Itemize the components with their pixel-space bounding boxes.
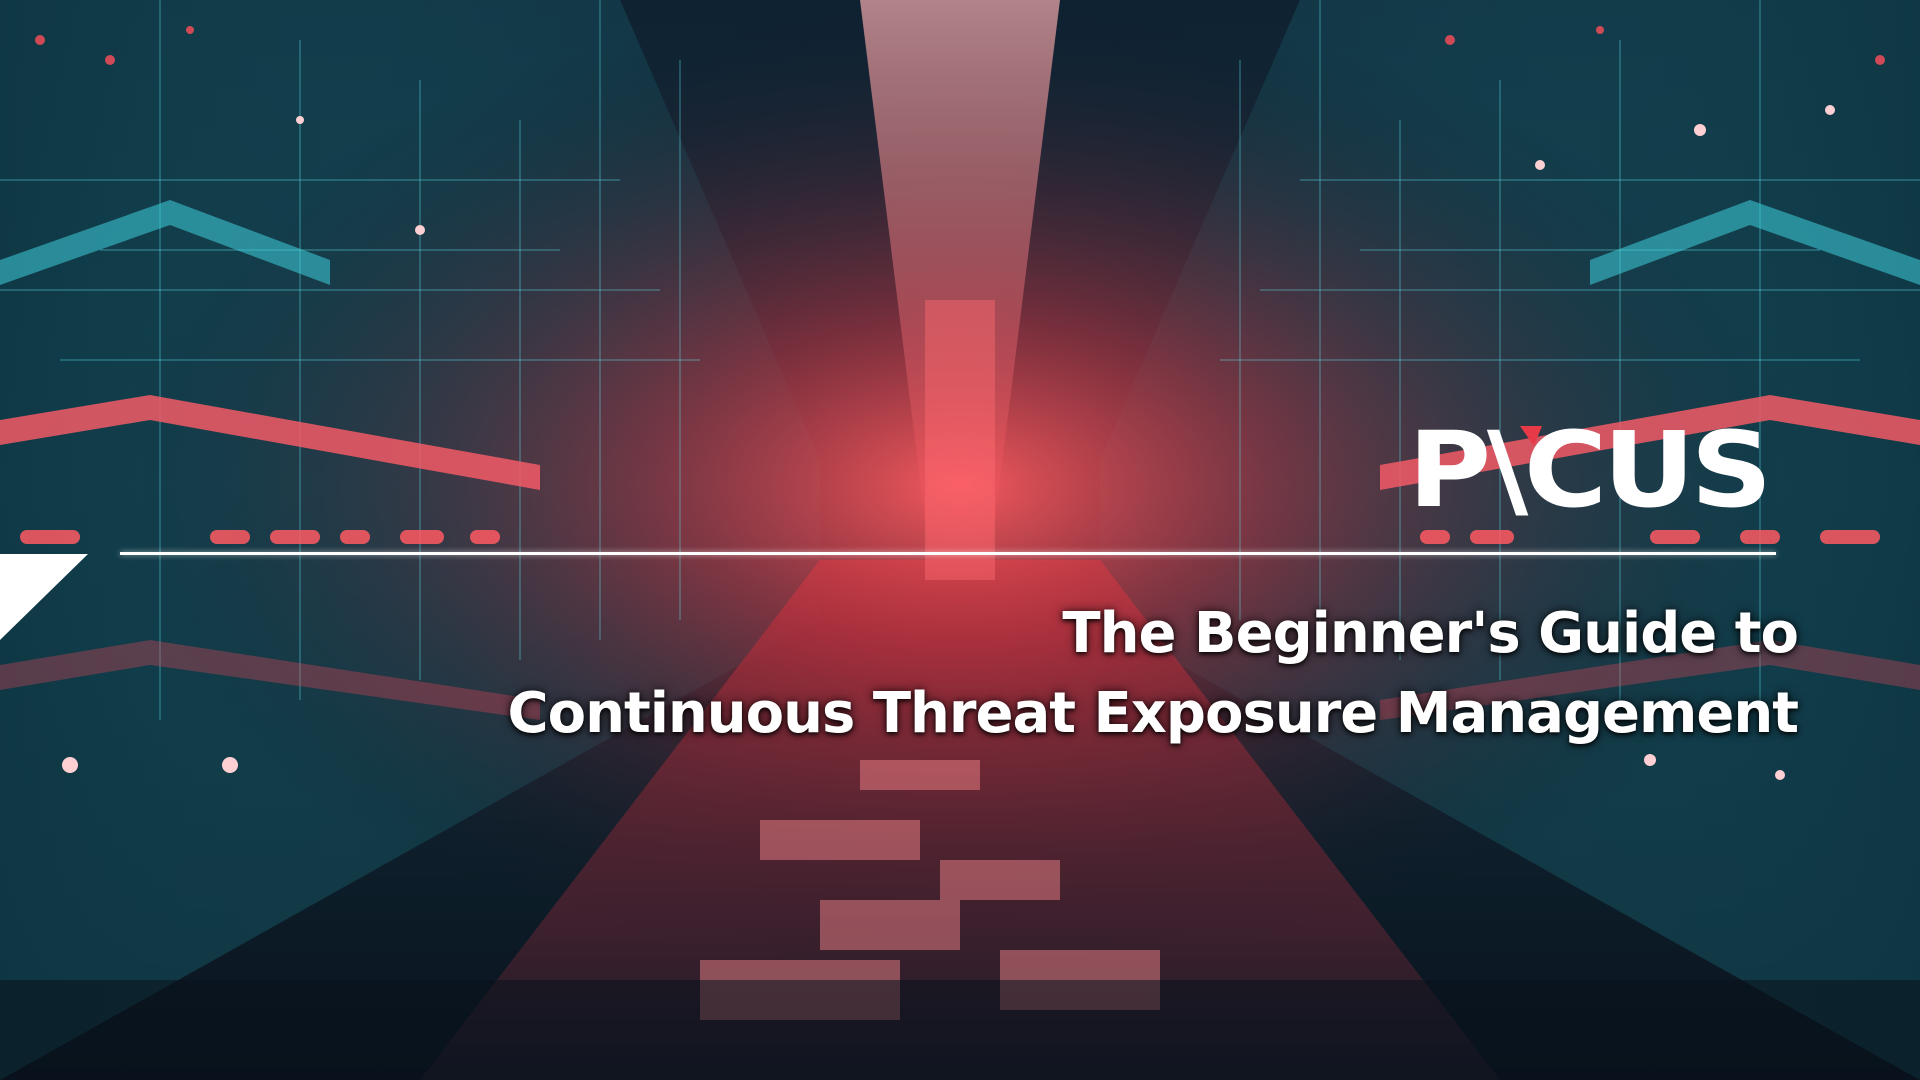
headline: The Beginner's Guide to Continuous Threa…	[398, 594, 1799, 754]
horizontal-divider	[120, 552, 1776, 555]
picus-logo: P\CUS	[1408, 418, 1768, 518]
headline-line-1: The Beginner's Guide to	[1062, 601, 1799, 666]
headline-line-2: Continuous Threat Exposure Management	[507, 681, 1799, 746]
hero-banner: P\CUS The Beginner's Guide to Continuous…	[0, 0, 1920, 1080]
svg-text:P\CUS: P\CUS	[1408, 418, 1768, 518]
background-illustration	[0, 0, 1920, 1080]
corner-accent-triangle	[0, 554, 88, 640]
